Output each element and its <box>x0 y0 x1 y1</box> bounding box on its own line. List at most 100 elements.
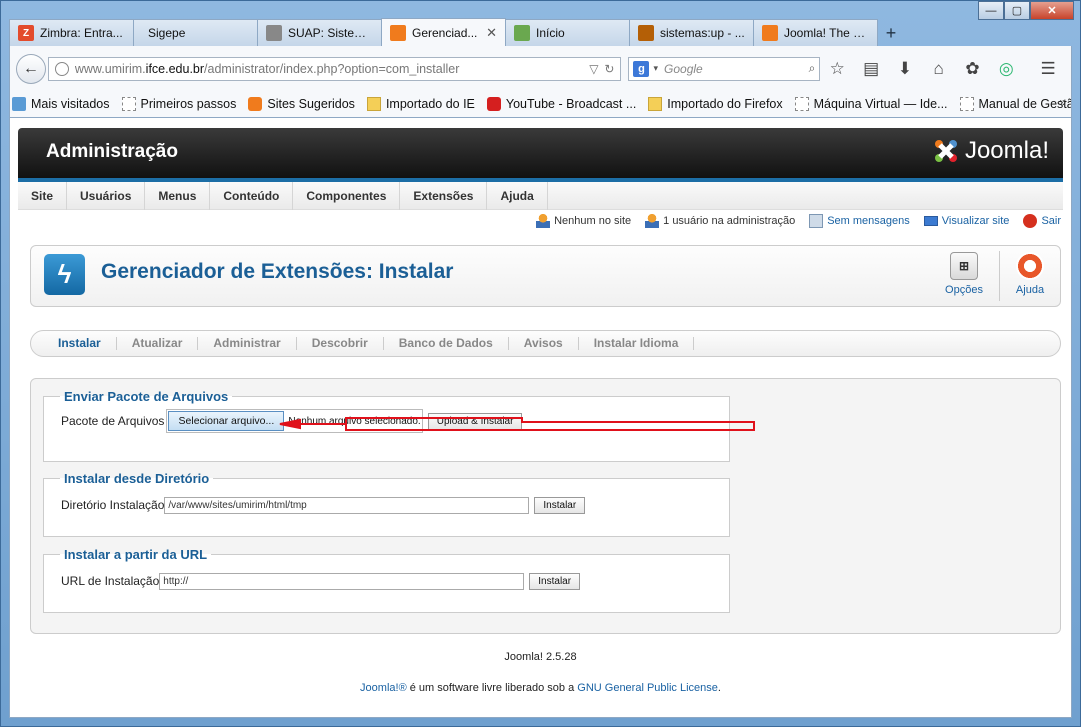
search-input[interactable]: Google <box>664 62 809 76</box>
subnav-item[interactable]: Avisos <box>509 337 579 350</box>
bookmark-item[interactable]: Importado do IE <box>366 97 475 111</box>
directory-legend: Instalar desde Diretório <box>64 471 210 486</box>
bookmark-label: YouTube - Broadcast ... <box>505 97 637 111</box>
bookmarks-toolbar: Mais visitados Primeiros passos Sites Suge… <box>9 91 1072 117</box>
admin-menu-item[interactable]: Componentes <box>293 182 401 210</box>
tab-4[interactable]: Início <box>505 19 630 46</box>
joomla-logo-text: Joomla! <box>964 137 1049 164</box>
dropdown-icon[interactable]: ▽ <box>589 62 598 76</box>
messages-link[interactable]: Sem mensagens <box>809 214 910 228</box>
tab-2[interactable]: SUAP: Sistema... <box>257 19 382 46</box>
tab-label: sistemas:up - ... <box>660 26 745 40</box>
user-icon <box>536 214 551 228</box>
url-input[interactable] <box>159 572 525 590</box>
url-path: /administrator/index.php?option=com_inst… <box>204 61 460 76</box>
search-bar[interactable]: g ▾ Google ⌕ <box>628 56 821 81</box>
google-icon[interactable]: g <box>633 60 650 77</box>
more-bookmarks-icon[interactable]: » <box>1059 95 1066 109</box>
subnav-item[interactable]: Administrar <box>198 337 297 350</box>
license-line: Joomla!® é um software livre liberado so… <box>360 682 721 694</box>
joomla-header: Administração Joomla! <box>18 128 1063 178</box>
url-bar[interactable]: www.umirim.ifce.edu.br/administrator/ind… <box>47 56 622 81</box>
bookmark-item[interactable]: Importado do Firefox <box>648 97 783 111</box>
magnifier-icon[interactable]: ⌕ <box>809 61 816 76</box>
message-icon <box>809 214 824 228</box>
directory-install-button[interactable]: Instalar <box>534 496 586 514</box>
site-users-status: Nenhum no site <box>536 214 631 228</box>
admin-menu-item[interactable]: Ajuda <box>487 182 548 210</box>
bookmark-star-icon[interactable]: ☆ <box>820 54 854 84</box>
reload-icon[interactable]: ↻ <box>604 62 614 76</box>
close-tab-icon[interactable]: ✕ <box>486 25 497 41</box>
power-icon <box>1023 214 1038 228</box>
upload-legend: Enviar Pacote de Arquivos <box>64 389 229 404</box>
menu-icon[interactable]: ☰ <box>1031 54 1065 84</box>
subnav-item[interactable]: Banco de Dados <box>384 337 509 350</box>
subnav-item[interactable]: Instalar Idioma <box>579 337 695 350</box>
bookmark-item[interactable]: Manual de Gestão de ... <box>959 97 1071 111</box>
admin-menu-item[interactable]: Usuários <box>67 182 146 210</box>
page-icon <box>794 97 809 111</box>
download-icon[interactable]: ⬇ <box>888 54 922 84</box>
folder-icon <box>366 97 381 111</box>
page-title: Gerenciador de Extensões: Instalar <box>101 260 454 283</box>
bookmark-item[interactable]: Mais visitados <box>12 97 110 111</box>
admin-title: Administração <box>46 141 178 162</box>
tab-label: Sigepe <box>148 26 186 40</box>
admin-menu-item[interactable]: Conteúdo <box>210 182 294 210</box>
admin-menu-item[interactable]: Menus <box>145 182 211 210</box>
view-site-link[interactable]: Visualizar site <box>923 215 1009 227</box>
tab-3[interactable]: Gerenciad... ✕ <box>381 18 506 46</box>
directory-label: Diretório Instalação <box>61 498 165 512</box>
url-fieldset: Instalar a partir da URL URL de Instalaç… <box>43 547 730 613</box>
help-button[interactable]: Ajuda <box>1006 252 1054 296</box>
bookmark-label: Primeiros passos <box>140 97 237 111</box>
tab-strip: Z Zimbra: Entra... Sigepe SUAP: Sistema... G… <box>9 18 1072 46</box>
back-button[interactable]: ← <box>16 53 46 84</box>
globe-icon <box>54 61 69 76</box>
status-row: Nenhum no site 1 usuário na administraçã… <box>522 212 1061 230</box>
joomla-link[interactable]: Joomla!® <box>360 682 407 694</box>
minimize-button[interactable]: — <box>978 1 1004 20</box>
tab-favicon-icon <box>762 25 778 41</box>
new-tab-button[interactable]: + <box>877 20 905 46</box>
subnav-item[interactable]: Descobrir <box>297 337 384 350</box>
tab-label: Joomla! The C... <box>784 26 869 40</box>
bookmark-label: Importado do IE <box>385 97 475 111</box>
tab-6[interactable]: Joomla! The C... <box>753 19 878 46</box>
tab-0[interactable]: Z Zimbra: Entra... <box>9 19 134 46</box>
search-engine-dropdown-icon[interactable]: ▾ <box>653 63 658 74</box>
directory-input[interactable] <box>164 496 530 514</box>
admin-menu: Site Usuários Menus Conteúdo Componentes Exte… <box>18 182 1063 210</box>
addon-icon[interactable]: ✿ <box>956 54 990 84</box>
url-install-button[interactable]: Instalar <box>529 572 581 590</box>
upload-fieldset: Enviar Pacote de Arquivos Pacote de Arqu… <box>43 389 730 462</box>
admin-menu-item[interactable]: Extensões <box>400 182 488 210</box>
page-title-box: ϟ Gerenciador de Extensões: Instalar ⊞ O… <box>30 245 1061 307</box>
tab-5[interactable]: sistemas:up - ... <box>629 19 754 46</box>
select-file-button[interactable]: Selecionar arquivo... <box>168 411 285 431</box>
page-content: Administração Joomla! Site Usuários Menus C… <box>9 117 1072 718</box>
bookmark-item[interactable]: Primeiros passos <box>121 97 237 111</box>
close-window-button[interactable]: ✕ <box>1030 1 1074 20</box>
tab-1[interactable]: Sigepe <box>133 19 258 46</box>
joomla-version: Joomla! 2.5.28 <box>504 651 577 663</box>
logout-link[interactable]: Sair <box>1023 214 1061 228</box>
folder-icon <box>648 97 663 111</box>
admin-menu-item[interactable]: Site <box>18 182 68 210</box>
options-icon: ⊞ <box>950 252 978 280</box>
page-icon <box>959 97 974 111</box>
bookmark-item[interactable]: Máquina Virtual — Ide... <box>794 97 948 111</box>
upload-install-button[interactable]: Upload & Instalar <box>427 412 523 430</box>
gpl-link[interactable]: GNU General Public License <box>577 682 718 694</box>
maximize-button[interactable]: ▢ <box>1004 1 1030 20</box>
subnav-item[interactable]: Atualizar <box>117 337 199 350</box>
bookmark-label: Manual de Gestão de ... <box>978 97 1071 111</box>
bookmarks-list-icon[interactable]: ▤ <box>854 54 888 84</box>
options-button[interactable]: ⊞ Opções <box>940 252 988 296</box>
bookmark-item[interactable]: Sites Sugeridos <box>248 97 355 111</box>
sync-icon[interactable]: ◎ <box>989 54 1023 84</box>
bookmark-item[interactable]: YouTube - Broadcast ... <box>486 97 637 111</box>
subnav-item[interactable]: Instalar <box>43 337 117 350</box>
home-icon[interactable]: ⌂ <box>922 54 956 84</box>
